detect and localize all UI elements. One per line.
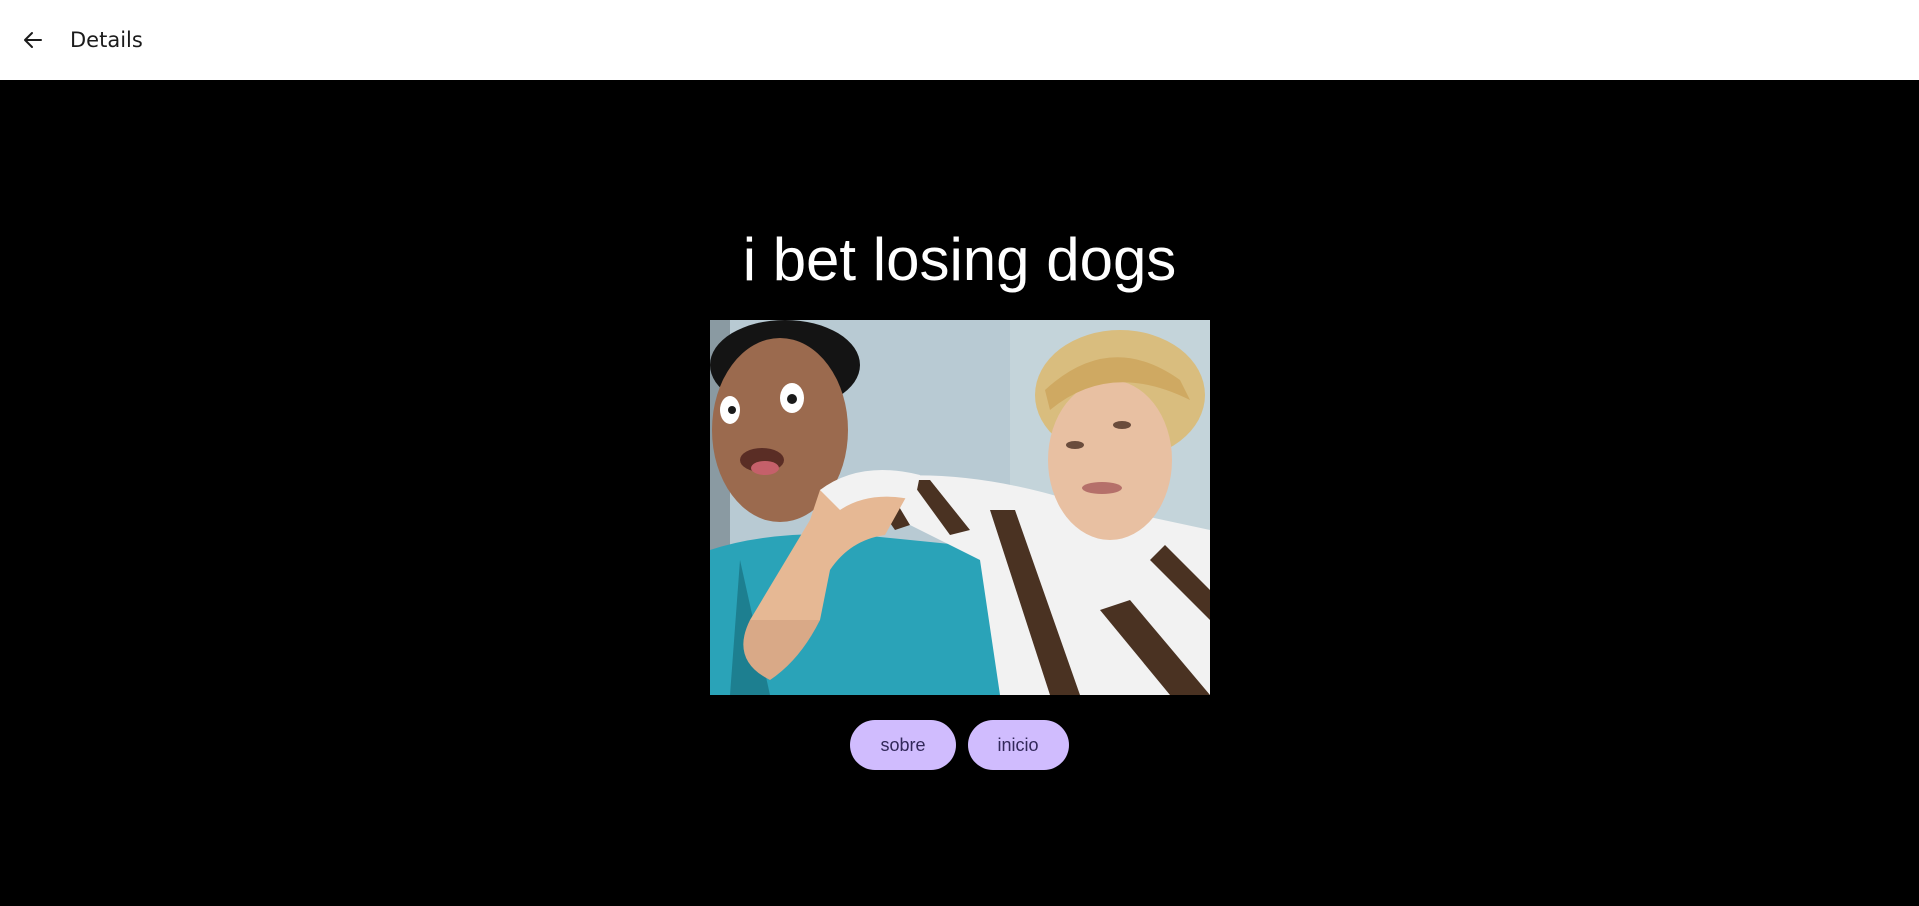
main-content: i bet losing dogs sobre inicio xyxy=(0,80,1919,906)
inicio-button[interactable]: inicio xyxy=(967,720,1069,770)
arrow-left-icon xyxy=(24,32,42,48)
photo-illustration xyxy=(710,320,1210,695)
page-title: Details xyxy=(70,28,143,52)
headline: i bet losing dogs xyxy=(742,226,1177,293)
button-row: sobre inicio xyxy=(0,720,1919,770)
sobre-button[interactable]: sobre xyxy=(850,720,956,770)
back-button[interactable] xyxy=(13,20,53,60)
app-bar: Details xyxy=(0,0,1919,80)
photo xyxy=(710,320,1210,695)
